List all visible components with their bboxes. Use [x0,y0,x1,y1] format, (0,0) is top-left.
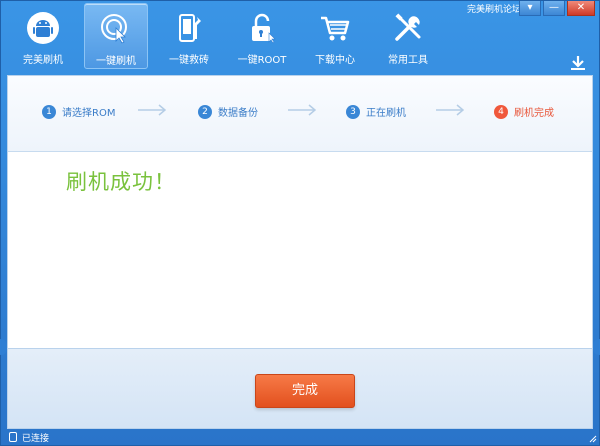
unlock-icon [245,11,279,45]
minimize-button[interactable]: — [543,1,565,16]
finish-button[interactable]: 完成 [255,374,355,408]
tool-label: 一键救砖 [169,55,209,66]
arrow-right-icon [288,104,317,116]
cart-icon [318,11,352,45]
resize-grip-icon[interactable] [587,433,597,443]
step-select-rom: 1 请选择ROM [42,104,115,119]
tool-label: 下载中心 [315,55,355,66]
step-number: 3 [346,104,360,119]
phone-connected-icon [9,432,17,442]
repair-phone-icon [172,11,206,45]
status-bar: 已连接 [1,429,599,445]
step-flash-complete: 4 刷机完成 [494,104,554,119]
forum-link[interactable]: 完美刷机论坛 [467,4,521,16]
step-number: 4 [494,104,508,119]
step-number: 2 [198,104,212,119]
tool-one-click-flash[interactable]: 一键刷机 [84,3,148,69]
tool-unbrick[interactable]: 一键救砖 [157,3,221,69]
step-label: 请选择ROM [62,108,116,119]
tool-root[interactable]: 一键ROOT [230,3,294,69]
progress-steps: 1 请选择ROM 2 数据备份 3 正在刷机 4 刷机完成 [8,76,592,152]
window-controls: ▾ — ✕ [517,1,595,16]
step-data-backup: 2 数据备份 [198,104,258,119]
panel-footer: 完成 [8,348,592,428]
right-handle [593,339,600,355]
tool-perfect-flash[interactable]: 完美刷机 [11,3,75,69]
tool-label: 一键ROOT [237,55,287,66]
tool-label: 一键刷机 [96,56,136,67]
step-label: 数据备份 [218,108,258,119]
tool-label: 完美刷机 [23,55,63,66]
close-button[interactable]: ✕ [567,1,595,16]
tool-label: 常用工具 [388,55,428,66]
main-toolbar: 完美刷机 一键刷机 一键救砖 一键ROOT 下载中心 常用工具 [11,3,449,69]
menu-button[interactable]: ▾ [519,1,541,16]
tools-icon [391,11,425,45]
content-panel: 1 请选择ROM 2 数据备份 3 正在刷机 4 刷机完成 刷机成功！ 完成 [7,75,593,429]
tool-common-tools[interactable]: 常用工具 [376,3,440,69]
left-handle [0,339,7,355]
android-icon [26,11,60,45]
arrow-right-icon [138,104,167,116]
step-label: 正在刷机 [366,108,406,119]
tap-phone-icon [99,12,133,46]
download-icon[interactable] [569,55,587,71]
step-number: 1 [42,104,56,119]
arrow-right-icon [436,104,465,116]
step-label: 刷机完成 [514,108,554,119]
success-message: 刷机成功！ [66,170,176,194]
app-window: 完美刷机论坛 ▾ — ✕ 完美刷机 一键刷机 一键救砖 一键ROOT 下载中心 … [0,0,600,446]
step-flashing: 3 正在刷机 [346,104,406,119]
connection-status: 已连接 [22,433,50,444]
tool-download-center[interactable]: 下载中心 [303,3,367,69]
